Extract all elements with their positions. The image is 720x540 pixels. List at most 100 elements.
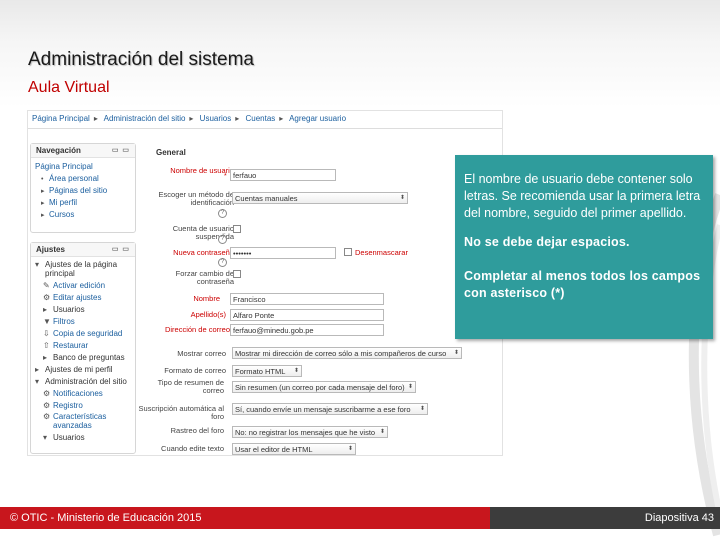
expand-icon: ▸ [43, 353, 48, 362]
settings-item[interactable]: ⚙ Editar ajustes [35, 292, 131, 304]
breadcrumb-item[interactable]: Página Principal [32, 114, 90, 123]
nav-item[interactable]: • Área personal [35, 173, 131, 185]
lastname-row: Apellido(s) [146, 311, 226, 325]
help-icon[interactable]: ? [218, 209, 227, 218]
breadcrumb-separator: ▸ [93, 114, 98, 123]
info-text-username: El nombre de usuario debe contener solo … [464, 172, 701, 220]
nav-item[interactable]: ▸ Cursos [35, 209, 131, 221]
digest-select[interactable]: Sin resumen (un correo por cada mensaje … [232, 381, 416, 393]
settings-item[interactable]: ▼ Filtros [35, 316, 131, 328]
info-callout: El nombre de usuario debe contener solo … [455, 155, 713, 339]
navigation-list: Página Principal • Área personal ▸ Páginas d… [31, 158, 135, 224]
editor-select[interactable]: Usar el editor de HTML ⬍ [232, 443, 356, 455]
help-icon[interactable]: ? [218, 235, 227, 244]
restore-icon: ⇧ [43, 341, 50, 350]
chevron-updown-icon: ⬍ [347, 446, 353, 452]
firstname-input[interactable]: Francisco [230, 293, 384, 305]
auth-select[interactable]: Cuentas manuales ⬍ [232, 192, 408, 204]
lastname-input[interactable]: Alfaro Ponte [230, 309, 384, 321]
username-label: Nombre de usuario [170, 166, 234, 175]
settings-block-title: Ajustes [36, 245, 65, 254]
settings-item-label: Filtros [53, 317, 75, 326]
password-input[interactable]: ••••••• [230, 247, 336, 259]
gear-icon: ⚙ [43, 401, 51, 410]
info-text-required: Completar al menos todos los campos con … [464, 269, 701, 300]
settings-item[interactable]: ⚙ Registro [35, 400, 131, 412]
settings-item[interactable]: ✎ Activar edición [35, 280, 131, 292]
show-email-select[interactable]: Mostrar mi dirección de correo sólo a mi… [232, 347, 462, 359]
auth-select-value: Cuentas manuales [235, 194, 298, 203]
settings-item[interactable]: ⇧ Restaurar [35, 340, 131, 352]
unmask-checkbox[interactable] [344, 248, 352, 256]
email-input[interactable]: ferfauo@minedu.gob.pe [230, 324, 384, 336]
nav-item[interactable]: ▸ Páginas del sitio [35, 185, 131, 197]
breadcrumb-item[interactable]: Administración del sitio [104, 114, 186, 123]
username-input[interactable]: ferfauo [230, 169, 336, 181]
settings-item[interactable]: ⚙ Características avanzadas [35, 412, 131, 432]
backup-icon: ⇩ [43, 329, 50, 338]
tracking-select-value: No: no registrar los mensajes que he vis… [235, 428, 376, 437]
settings-list: ▾ Ajustes de la página principal ✎ Activar e… [31, 257, 135, 447]
breadcrumb-separator: ▸ [235, 114, 240, 123]
settings-item-label: Activar edición [53, 281, 106, 290]
tracking-row: Rastreo del foro [146, 427, 224, 441]
show-email-label: Mostrar correo [177, 349, 226, 358]
required-icon: * [224, 173, 227, 180]
block-controls-icon[interactable]: ▭ ▭ [112, 245, 130, 253]
settings-item-label: Características [53, 412, 107, 421]
digest-select-value: Sin resumen (un correo por cada mensaje … [235, 383, 405, 392]
editor-select-value: Usar el editor de HTML [235, 445, 313, 454]
email-format-select-value: Formato HTML [235, 367, 286, 376]
autosub-row: Suscripción automática al foro [139, 405, 224, 423]
footer-slide-number: Diapositiva 43 [490, 507, 720, 529]
nav-item[interactable]: ▸ Mi perfil [35, 197, 131, 209]
suspended-checkbox[interactable] [233, 225, 241, 233]
settings-item[interactable]: ⚙ Notificaciones [35, 388, 131, 400]
settings-item[interactable]: ⇩ Copia de seguridad [35, 328, 131, 340]
email-format-select[interactable]: Formato HTML ⬍ [232, 365, 302, 377]
settings-item-label: Registro [53, 401, 83, 410]
chevron-updown-icon: ⬍ [453, 350, 459, 356]
breadcrumb-item[interactable]: Agregar usuario [289, 114, 346, 123]
breadcrumb-separator: ▸ [279, 114, 284, 123]
lastname-label: Apellido(s) [190, 310, 226, 319]
username-row: Nombre de usuario [146, 167, 234, 181]
auth-row: Escoger un método de identificación [146, 191, 234, 211]
settings-item[interactable]: ▸ Banco de preguntas [35, 352, 131, 364]
slide-subtitle: Aula Virtual [28, 79, 110, 96]
breadcrumb-separator: ▸ [189, 114, 194, 123]
settings-item[interactable]: ▸ Usuarios [35, 304, 131, 316]
force-change-checkbox[interactable] [233, 270, 241, 278]
breadcrumb-item[interactable]: Cuentas [246, 114, 276, 123]
settings-item[interactable]: ▾ Usuarios [35, 432, 131, 444]
chevron-updown-icon: ⬍ [293, 368, 299, 374]
settings-item[interactable]: ▾ Ajustes de la página principal [35, 260, 131, 280]
breadcrumb-item[interactable]: Usuarios [200, 114, 232, 123]
block-controls-icon[interactable]: ▭ ▭ [112, 146, 130, 154]
settings-item-label: Ajustes de la página [45, 260, 118, 269]
editor-row: Cuando edite texto [146, 445, 224, 455]
unmask-label: Desenmascarar [355, 248, 408, 257]
settings-item-label: Editar ajustes [53, 293, 102, 302]
autosub-select[interactable]: Sí, cuando envíe un mensaje suscribarme … [232, 403, 428, 415]
settings-item-label: Notificaciones [53, 389, 103, 398]
settings-item-label: Usuarios [53, 305, 85, 314]
gear-icon: ⚙ [43, 389, 51, 398]
navigation-block: Navegación ▭ ▭ Página Principal • Área per… [30, 143, 136, 233]
auth-label: Escoger un método de identificación [158, 190, 234, 207]
pencil-icon: ✎ [43, 281, 50, 290]
settings-item-label: Restaurar [53, 341, 89, 350]
editor-label: Cuando edite texto [161, 444, 224, 453]
filter-icon: ▼ [43, 317, 51, 326]
chevron-updown-icon: ⬍ [419, 406, 425, 412]
help-icon[interactable]: ? [218, 258, 227, 267]
nav-item[interactable]: Página Principal [35, 161, 131, 173]
settings-block-header: Ajustes ▭ ▭ [31, 243, 135, 257]
tracking-select[interactable]: No: no registrar los mensajes que he vis… [232, 426, 388, 438]
expand-icon: ▾ [43, 433, 48, 442]
settings-item[interactable]: ▾ Administración del sitio [35, 376, 131, 388]
settings-item[interactable]: ▸ Ajustes de mi perfil [35, 364, 131, 376]
nav-item-label: Página Principal [35, 162, 93, 171]
nav-item-label: Área personal [49, 174, 99, 183]
settings-item-label: Copia de seguridad [53, 329, 123, 338]
